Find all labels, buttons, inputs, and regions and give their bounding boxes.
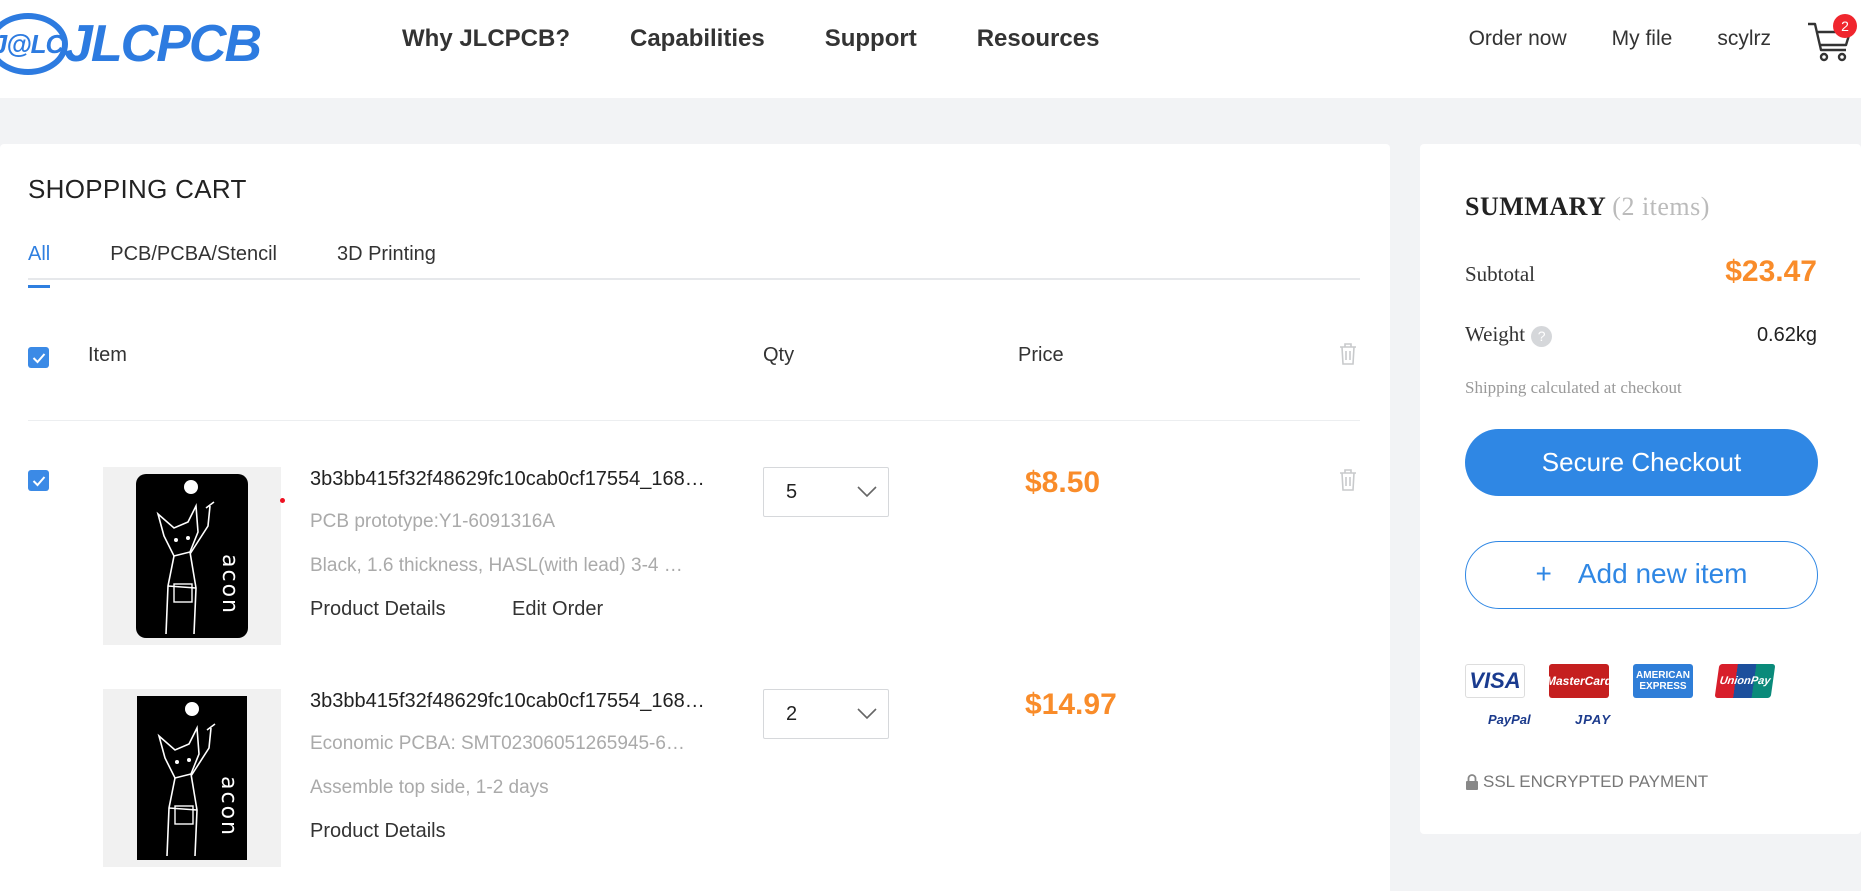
weight-label-row: Weight? (1465, 322, 1553, 347)
check-icon (32, 352, 45, 363)
weight-label: Weight (1465, 322, 1526, 346)
pcb-image: acon (136, 474, 248, 638)
cart-button[interactable]: 2 (1806, 14, 1857, 64)
item-2-spec: Assemble top side, 1-2 days (310, 777, 549, 798)
logo-text: JLCPCB (64, 15, 262, 73)
shipping-note: Shipping calculated at checkout (1465, 378, 1682, 397)
cart-count-badge: 2 (1833, 14, 1857, 38)
shopping-cart-panel: SHOPPING CART All PCB/PCBA/Stencil 3D Pr… (0, 144, 1390, 891)
paypal-logo: PayPal (1488, 712, 1531, 727)
add-new-item-button[interactable]: + Add new item (1465, 541, 1818, 609)
unionpay-logo: UnionPay (1714, 664, 1776, 698)
account-links: Order now My file scylrz (1424, 24, 1771, 54)
jpay-logo: JPAY (1575, 712, 1612, 727)
item-1-product-details-link[interactable]: Product Details (310, 598, 446, 621)
mastercard-logo: MasterCard (1546, 664, 1612, 698)
cart-title: SHOPPING CART (28, 174, 247, 204)
tab-3d-printing[interactable]: 3D Printing (337, 236, 436, 278)
order-summary-panel: SUMMARY (2 items) Subtotal $23.47 Weight… (1420, 144, 1861, 834)
pcb-label: acon (216, 776, 241, 837)
username-link[interactable]: scylrz (1717, 24, 1771, 54)
cat-artwork (157, 723, 216, 857)
qty-value: 2 (786, 703, 798, 725)
plus-icon: + (1535, 558, 1552, 589)
nav-resources[interactable]: Resources (977, 22, 1100, 56)
check-icon (32, 475, 45, 486)
qty-value: 5 (786, 481, 798, 503)
item-2-price: $14.97 (1025, 688, 1117, 721)
item-2-type: Economic PCBA: SMT02306051265945-6… (310, 733, 685, 754)
item-2-thumbnail[interactable]: acon (103, 689, 281, 867)
top-header: J@LC JLCPCB Why JLCPCB? Capabilities Sup… (0, 0, 1861, 98)
item-1-delete-button[interactable] (1338, 468, 1358, 492)
cat-artwork (156, 501, 215, 635)
trash-icon (1340, 469, 1356, 491)
item-2-qty-select[interactable]: 2 (763, 689, 889, 739)
item-1-qty-select[interactable]: 5 (763, 467, 889, 517)
delete-all-button[interactable] (1338, 342, 1358, 366)
main-nav: Why JLCPCB? Capabilities Support Resourc… (402, 22, 1159, 56)
item-1-indicator-dot (280, 498, 285, 503)
nav-why-jlcpcb[interactable]: Why JLCPCB? (402, 22, 570, 56)
pcb-label: acon (217, 554, 242, 615)
lock-icon (1466, 773, 1478, 790)
trash-icon (1340, 343, 1356, 365)
pcb-mounting-hole (185, 702, 199, 716)
item-1-edit-order-link[interactable]: Edit Order (512, 598, 603, 621)
cart-tabs: All PCB/PCBA/Stencil 3D Printing (28, 236, 1360, 288)
column-qty: Qty (763, 344, 795, 366)
secure-checkout-button[interactable]: Secure Checkout (1465, 429, 1818, 496)
item-1-thumbnail[interactable]: acon (103, 467, 281, 645)
subtotal-label: Subtotal (1465, 262, 1536, 286)
pcba-image: acon (137, 696, 247, 860)
logo-badge: J@LC (0, 13, 68, 75)
subtotal-value: $23.47 (1725, 255, 1817, 288)
item-1-type: PCB prototype:Y1-6091316A (310, 511, 556, 532)
add-new-item-label: Add new item (1577, 558, 1748, 589)
nav-capabilities[interactable]: Capabilities (630, 22, 765, 56)
chevron-down-icon (857, 708, 877, 720)
summary-title: SUMMARY (2 items) (1465, 192, 1710, 222)
amex-line-2: EXPRESS (1639, 681, 1687, 692)
tab-pcb-pcba-stencil[interactable]: PCB/PCBA/Stencil (110, 236, 277, 278)
visa-logo: VISA (1465, 664, 1525, 698)
chevron-down-icon (857, 486, 877, 498)
tab-all[interactable]: All (28, 236, 51, 288)
amex-logo: AMERICAN EXPRESS (1633, 664, 1693, 698)
select-all-checkbox[interactable] (28, 347, 49, 368)
item-1-checkbox[interactable] (28, 470, 49, 491)
column-price: Price (1018, 344, 1064, 366)
my-file-link[interactable]: My file (1612, 24, 1673, 54)
summary-item-count: (2 items) (1612, 192, 1710, 221)
ssl-label: SSL ENCRYPTED PAYMENT (1483, 772, 1709, 791)
amex-line-1: AMERICAN (1636, 670, 1690, 681)
weight-value: 0.62kg (1756, 324, 1817, 346)
pcb-mounting-hole (184, 480, 198, 494)
item-1-price: $8.50 (1025, 466, 1101, 499)
help-icon[interactable]: ? (1531, 325, 1553, 347)
item-2-product-details-link[interactable]: Product Details (310, 820, 446, 843)
order-now-link[interactable]: Order now (1469, 24, 1567, 54)
summary-title-text: SUMMARY (1465, 192, 1606, 221)
nav-support[interactable]: Support (825, 22, 917, 56)
item-2-name[interactable]: 3b3bb415f32f48629fc10cab0cf17554_168… (310, 690, 730, 713)
header-divider (28, 420, 1360, 421)
column-item: Item (88, 344, 127, 366)
item-1-spec: Black, 1.6 thickness, HASL(with lead) 3-… (310, 555, 683, 576)
item-1-name[interactable]: 3b3bb415f32f48629fc10cab0cf17554_168… (310, 468, 730, 491)
jlcpcb-logo[interactable]: J@LC JLCPCB (0, 12, 262, 76)
ssl-notice: SSL ENCRYPTED PAYMENT (1465, 772, 1708, 792)
